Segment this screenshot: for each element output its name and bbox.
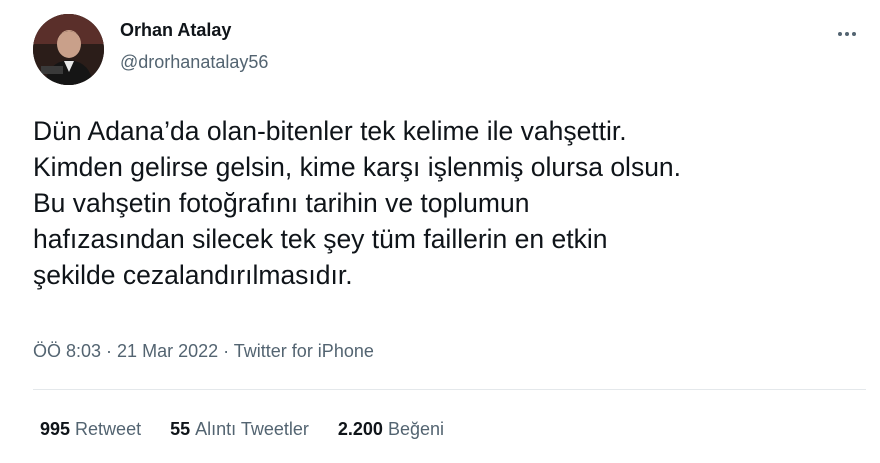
retweets-label: Retweet [75,419,142,439]
tweet-text: Dün Adana’da olan-bitenler tek kelime il… [33,116,682,290]
tweet-card: Orhan Atalay @drorhanatalay56 Dün Adana’… [0,0,880,463]
tweet-time[interactable]: ÖÖ 8:03 [33,341,101,361]
retweets-stat[interactable]: 995 Retweet [40,419,141,440]
tweet-meta: ÖÖ 8:03 · 21 Mar 2022 · Twitter for iPho… [33,341,374,362]
more-dots-icon [852,32,856,36]
meta-separator: · [101,341,118,361]
quotes-count: 55 [170,419,191,439]
quotes-stat[interactable]: 55 Alıntı Tweetler [170,419,309,440]
avatar-photo [33,14,104,85]
tweet-date[interactable]: 21 Mar 2022 [117,341,218,361]
author-name[interactable]: Orhan Atalay [120,20,231,41]
meta-separator: · [218,341,234,361]
avatar[interactable] [33,14,104,85]
divider [33,389,866,390]
more-dots-icon [838,32,842,36]
tweet-stats: 995 Retweet 55 Alıntı Tweetler 2.200 Beğeni [40,419,468,440]
author-handle[interactable]: @drorhanatalay56 [120,52,268,73]
retweets-count: 995 [40,419,71,439]
likes-label: Beğeni [387,419,444,439]
more-dots-icon [845,32,849,36]
likes-count: 2.200 [337,419,383,439]
likes-stat[interactable]: 2.200 Beğeni [338,419,444,440]
more-options-button[interactable] [830,22,864,46]
quotes-label: Alıntı Tweetler [195,419,309,439]
tweet-source[interactable]: Twitter for iPhone [234,341,374,361]
